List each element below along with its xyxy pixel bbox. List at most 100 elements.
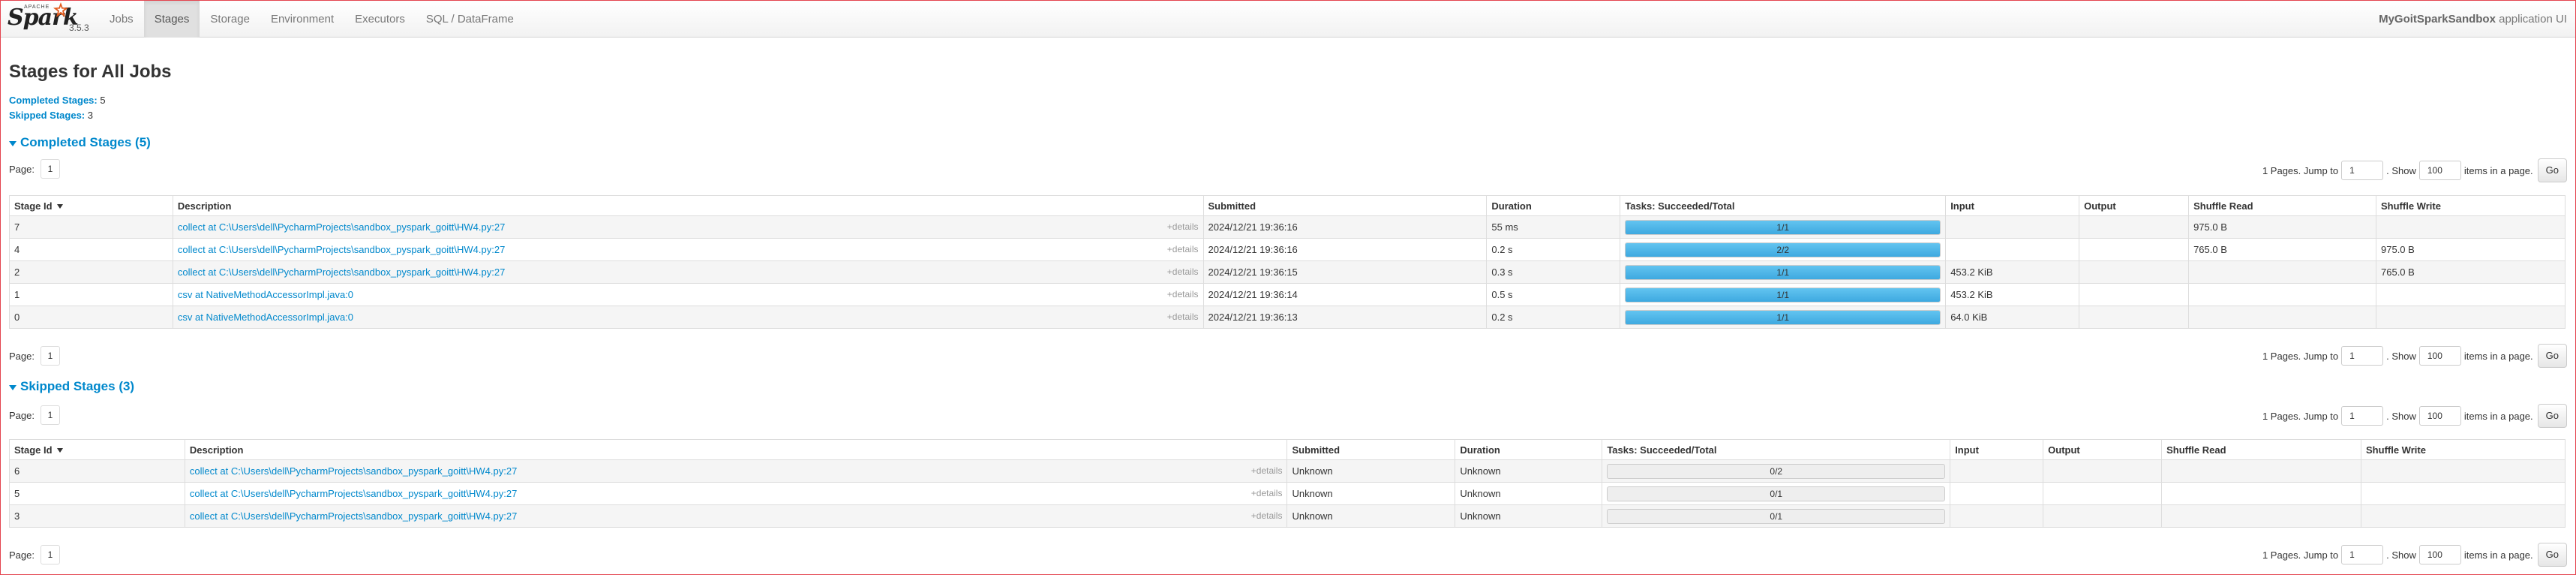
task-progress-bar: 2/2	[1625, 242, 1941, 257]
column-header[interactable]: Tasks: Succeeded/Total	[1602, 439, 1951, 460]
column-header[interactable]: Submitted	[1286, 439, 1456, 460]
nav-tab-stages[interactable]: Stages	[143, 0, 200, 38]
column-header[interactable]: Input	[1945, 195, 2080, 216]
tasks-cell: 1/1	[1620, 283, 1947, 306]
skipped-stages-toggle[interactable]: Skipped Stages (3)	[9, 379, 134, 394]
details-toggle[interactable]: +details	[1167, 312, 1199, 322]
page-label: Page:	[9, 163, 35, 175]
column-header[interactable]: Stage Id	[9, 195, 173, 216]
column-header[interactable]: Input	[1950, 439, 2044, 460]
column-header[interactable]: Shuffle Read	[2161, 439, 2362, 460]
column-header-label: Shuffle Write	[2366, 444, 2426, 456]
page-size-input[interactable]: 100	[2418, 406, 2461, 426]
jump-to-page-input[interactable]: 1	[2341, 406, 2384, 426]
completed-stages-title: Completed Stages (5)	[20, 135, 151, 149]
nav-tab-sql-dataframe[interactable]: SQL / DataFrame	[416, 0, 524, 38]
go-button[interactable]: Go	[2537, 404, 2567, 428]
stage-description-link[interactable]: collect at C:\Users\dell\PycharmProjects…	[190, 488, 517, 499]
go-button[interactable]: Go	[2537, 543, 2567, 567]
submitted-cell: 2024/12/21 19:36:15	[1202, 260, 1488, 284]
jump-to-page-input[interactable]: 1	[2341, 545, 2384, 564]
page-size-input[interactable]: 100	[2418, 545, 2461, 564]
column-header[interactable]: Output	[2043, 439, 2163, 460]
stage-description-link[interactable]: collect at C:\Users\dell\PycharmProjects…	[178, 221, 505, 233]
nav-tab-executors[interactable]: Executors	[344, 0, 416, 38]
pagination-top-left: Page: 1	[9, 405, 60, 425]
task-progress-label: 1/1	[1776, 221, 1790, 233]
stage-id-cell: 3	[9, 504, 185, 528]
sort-desc-icon	[56, 204, 63, 209]
page-title: Stages for All Jobs	[9, 62, 172, 82]
completed-stages-link[interactable]: Completed Stages:	[9, 95, 98, 106]
page-number-button[interactable]: 1	[40, 346, 60, 366]
column-header[interactable]: Description	[172, 195, 1204, 216]
page-number-button[interactable]: 1	[40, 405, 60, 425]
description-cell: +details collect at C:\Users\dell\Pycharm…	[172, 260, 1204, 284]
task-progress-bar: 1/1	[1625, 264, 1941, 280]
top-navbar: APACHE Spark 3.5.3 Jobs Stages Storage Envi…	[0, 0, 2576, 38]
shuffle-read-cell	[2188, 283, 2376, 306]
details-toggle[interactable]: +details	[1167, 289, 1199, 300]
completed-stages-summary: Completed Stages: 5	[9, 95, 106, 106]
details-toggle[interactable]: +details	[1167, 221, 1199, 232]
page-number-button[interactable]: 1	[40, 545, 60, 564]
column-header[interactable]: Duration	[1486, 195, 1621, 216]
stage-id-cell: 2	[9, 260, 173, 284]
nav-tab-jobs[interactable]: Jobs	[99, 0, 144, 38]
page-size-input[interactable]: 100	[2418, 346, 2461, 366]
pages-text: 1 Pages. Jump to	[2262, 350, 2339, 362]
details-toggle[interactable]: +details	[1167, 266, 1199, 277]
duration-cell: Unknown	[1455, 504, 1603, 528]
stage-description-link[interactable]: csv at NativeMethodAccessorImpl.java:0	[178, 312, 353, 323]
shuffle-write-cell	[2376, 283, 2565, 306]
output-cell	[2079, 260, 2190, 284]
column-header[interactable]: Shuffle Write	[2376, 195, 2565, 216]
page-label: Page:	[9, 409, 35, 421]
column-header-label: Submitted	[1208, 200, 1256, 212]
nav-tab-storage[interactable]: Storage	[200, 0, 260, 38]
column-header-label: Input	[1955, 444, 1979, 456]
column-header[interactable]: Description	[184, 439, 1288, 460]
spark-logo[interactable]: APACHE Spark 3.5.3	[8, 0, 90, 38]
tasks-cell: 2/2	[1620, 238, 1947, 261]
go-button[interactable]: Go	[2537, 344, 2567, 368]
column-header[interactable]: Stage Id	[9, 439, 185, 460]
column-header[interactable]: Duration	[1455, 439, 1603, 460]
stage-description-link[interactable]: collect at C:\Users\dell\PycharmProjects…	[178, 266, 505, 278]
details-toggle[interactable]: +details	[1251, 465, 1283, 476]
nav-tab-environment[interactable]: Environment	[260, 0, 344, 38]
details-toggle[interactable]: +details	[1167, 244, 1199, 254]
completed-stages-toggle[interactable]: Completed Stages (5)	[9, 135, 151, 150]
page-size-input[interactable]: 100	[2418, 161, 2461, 180]
column-header[interactable]: Shuffle Write	[2361, 439, 2565, 460]
pagination-bottom-right: 1 Pages. Jump to 1 . Show 100 items in a…	[2262, 543, 2567, 567]
skipped-stages-link[interactable]: Skipped Stages:	[9, 110, 85, 121]
stage-description-link[interactable]: csv at NativeMethodAccessorImpl.java:0	[178, 289, 353, 300]
stage-description-link[interactable]: collect at C:\Users\dell\PycharmProjects…	[190, 465, 517, 477]
completed-stages-count: 5	[100, 95, 106, 106]
jump-to-page-input[interactable]: 1	[2341, 346, 2384, 366]
column-header-label: Stage Id	[14, 444, 53, 456]
pagination-bottom-left: Page: 1	[9, 545, 60, 564]
stage-description-link[interactable]: collect at C:\Users\dell\PycharmProjects…	[178, 244, 505, 255]
jump-to-page-input[interactable]: 1	[2341, 161, 2384, 180]
go-button[interactable]: Go	[2537, 158, 2567, 182]
output-cell	[2079, 238, 2190, 261]
details-toggle[interactable]: +details	[1251, 510, 1283, 521]
submitted-cell: Unknown	[1286, 482, 1456, 505]
column-header[interactable]: Shuffle Read	[2188, 195, 2376, 216]
column-header[interactable]: Output	[2079, 195, 2190, 216]
column-header[interactable]: Tasks: Succeeded/Total	[1620, 195, 1947, 216]
details-toggle[interactable]: +details	[1251, 488, 1283, 498]
page-number-button[interactable]: 1	[40, 159, 60, 179]
tasks-cell: 0/1	[1602, 482, 1951, 505]
tasks-cell: 0/2	[1602, 459, 1951, 483]
pages-text: 1 Pages. Jump to	[2262, 549, 2339, 561]
column-header[interactable]: Submitted	[1202, 195, 1488, 216]
page-label: Page:	[9, 549, 35, 561]
sort-desc-icon	[56, 448, 63, 453]
submitted-cell: 2024/12/21 19:36:16	[1202, 215, 1488, 239]
shuffle-read-cell: 765.0 B	[2188, 238, 2376, 261]
stage-description-link[interactable]: collect at C:\Users\dell\PycharmProjects…	[190, 510, 517, 522]
task-progress-label: 1/1	[1776, 312, 1790, 323]
